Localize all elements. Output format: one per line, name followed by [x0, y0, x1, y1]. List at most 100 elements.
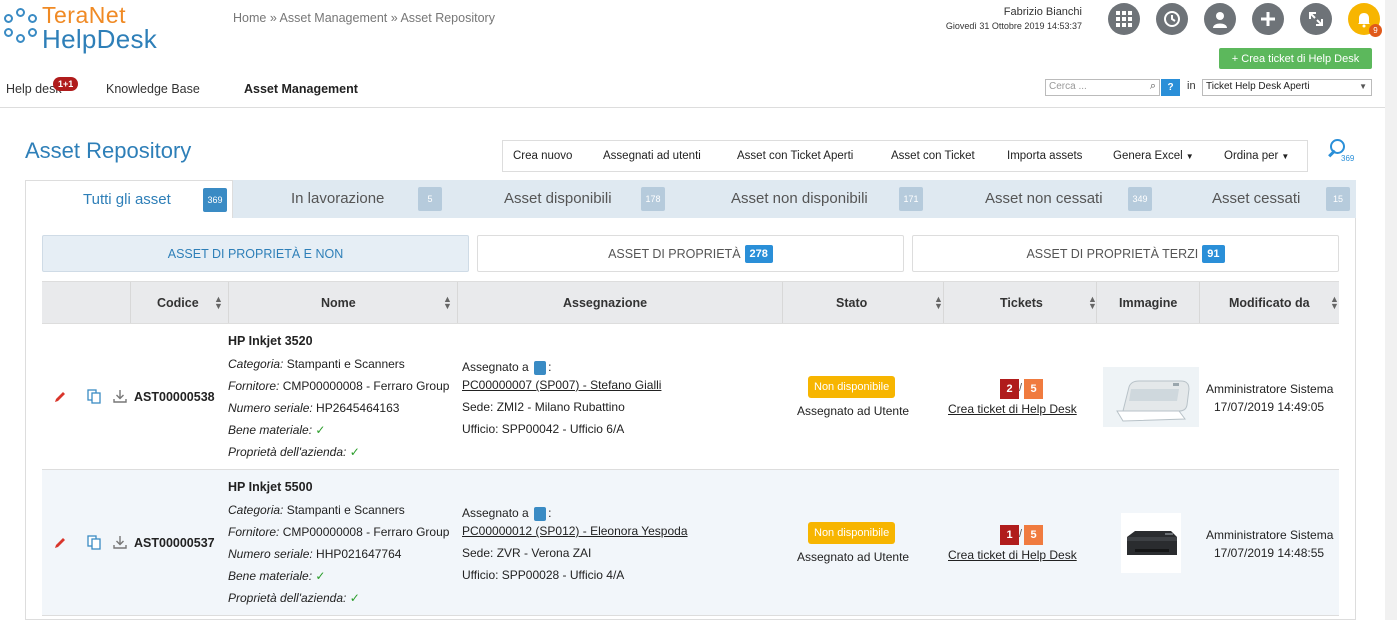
col-modificato-da[interactable]: Modificato da: [1229, 296, 1310, 310]
duplicate-icon[interactable]: [87, 535, 101, 550]
breadcrumb[interactable]: Home » Asset Management » Asset Reposito…: [233, 11, 495, 25]
check-icon: ✓: [349, 591, 360, 605]
asset-tabs: Tutti gli asset 369 In lavorazione 5 Ass…: [25, 180, 1356, 220]
asset-name: HP Inkjet 3520: [228, 334, 313, 348]
advanced-search-icon[interactable]: 369: [1328, 139, 1354, 165]
bell-icon[interactable]: 9: [1348, 3, 1382, 37]
search-scope-select[interactable]: Ticket Help Desk Aperti ▼: [1202, 79, 1372, 96]
asset-seriale: Numero seriale: HHP021647764: [228, 547, 401, 561]
logo-bubbles-icon: [2, 8, 40, 46]
app-header: TeraNet HelpDesk Home » Asset Management…: [0, 0, 1397, 108]
status-detail: Assegnato ad Utente: [797, 404, 910, 418]
teranet-logo[interactable]: TeraNet HelpDesk: [2, 2, 182, 54]
nav-knowledge-base[interactable]: Knowledge Base: [106, 82, 200, 96]
sort-icon[interactable]: ▲ ▼: [934, 295, 943, 311]
open-tickets-badge[interactable]: 1: [1000, 525, 1019, 545]
sort-icon[interactable]: ▲ ▼: [1330, 295, 1339, 311]
crea-nuovo-button[interactable]: Crea nuovo: [513, 150, 572, 162]
asset-bene-materiale: Bene materiale: ✓: [228, 423, 325, 437]
importa-assets-button[interactable]: Importa assets: [1007, 150, 1082, 162]
tab-asset-disponibili[interactable]: Asset disponibili 178: [445, 180, 668, 218]
user-name: Fabrizio Bianchi: [1003, 6, 1082, 18]
edit-pencil-icon[interactable]: [53, 536, 67, 550]
subtab-proprieta[interactable]: ASSET DI PROPRIETÀ 278: [477, 235, 904, 272]
asset-image[interactable]: [1103, 367, 1199, 427]
download-icon[interactable]: [113, 389, 127, 404]
field-label: Numero seriale:: [228, 547, 313, 561]
tab-tutti-asset[interactable]: Tutti gli asset 369: [25, 180, 233, 220]
asset-table-header: Codice ▲ ▼ Nome ▲ ▼ Assegnazione Stato ▲ ▼ …: [42, 281, 1339, 324]
tab-count-badge: 369: [203, 188, 227, 212]
computer-icon: [534, 506, 547, 521]
search-scope-value: Ticket Help Desk Aperti: [1206, 81, 1310, 92]
asset-image[interactable]: [1121, 513, 1181, 573]
genera-excel-label: Genera Excel: [1113, 150, 1183, 162]
asset-ticket-aperti-button[interactable]: Asset con Ticket Aperti: [737, 150, 853, 162]
sort-icon[interactable]: ▲ ▼: [443, 295, 452, 311]
tab-asset-non-disponibili[interactable]: Asset non disponibili 171: [668, 180, 925, 218]
asset-code[interactable]: AST00000538: [134, 390, 215, 404]
field-value: HHP021647764: [316, 547, 402, 561]
subtab-label: ASSET DI PROPRIETÀ: [608, 246, 741, 261]
asset-bene-materiale: Bene materiale: ✓: [228, 569, 325, 583]
pc-link[interactable]: PC00000007 (SP007) - Stefano Gialli: [462, 378, 661, 392]
col-codice[interactable]: Codice: [157, 296, 199, 310]
search-result-count: 369: [1341, 154, 1355, 163]
col-tickets[interactable]: Tickets: [1000, 296, 1043, 310]
field-label: Bene materiale:: [228, 423, 313, 437]
ticket-separator: /: [1019, 528, 1023, 540]
ticket-separator: /: [1019, 382, 1023, 394]
download-icon[interactable]: [113, 535, 127, 550]
create-ticket-link[interactable]: Crea ticket di Help Desk: [948, 402, 1077, 416]
asset-seriale: Numero seriale: HP2645464163: [228, 401, 399, 415]
edit-pencil-icon[interactable]: [53, 390, 67, 404]
create-ticket-link[interactable]: Crea ticket di Help Desk: [948, 548, 1077, 562]
fullscreen-icon[interactable]: [1300, 3, 1332, 35]
status-badge: Non disponibile: [808, 376, 896, 398]
modified-date: 17/07/2019 14:49:05: [1214, 400, 1325, 414]
pc-link[interactable]: PC00000012 (SP012) - Eleonora Yespoda: [462, 524, 688, 538]
search-icon[interactable]: ⌕: [1150, 80, 1156, 93]
col-nome[interactable]: Nome: [321, 296, 356, 310]
sort-icon[interactable]: ▲ ▼: [214, 295, 223, 311]
plus-icon[interactable]: [1252, 3, 1284, 35]
col-stato[interactable]: Stato: [836, 296, 867, 310]
page-scrollbar[interactable]: [1385, 0, 1397, 620]
tab-asset-non-cessati[interactable]: Asset non cessati 349: [925, 180, 1156, 218]
logo-text-helpdesk: HelpDesk: [42, 24, 158, 54]
tab-asset-cessati[interactable]: Asset cessati 15: [1156, 180, 1356, 218]
tab-label: In lavorazione: [291, 190, 385, 207]
tab-label: Asset non cessati: [985, 190, 1103, 207]
create-helpdesk-ticket-button[interactable]: + Crea ticket di Help Desk: [1219, 48, 1372, 69]
history-icon[interactable]: [1156, 3, 1188, 35]
notification-count-badge: 9: [1369, 24, 1382, 37]
asset-sede: Sede: ZVR - Verona ZAI: [462, 546, 592, 560]
asset-con-ticket-button[interactable]: Asset con Ticket: [891, 150, 975, 162]
table-row: AST00000538 HP Inkjet 3520 Categoria: St…: [42, 324, 1339, 470]
total-tickets-badge[interactable]: 5: [1024, 379, 1043, 399]
assegnato-a: Assegnato a :: [462, 360, 552, 375]
tab-in-lavorazione[interactable]: In lavorazione 5: [233, 180, 445, 218]
asset-toolbar: Crea nuovo Assegnati ad utenti Asset con…: [502, 140, 1308, 172]
open-tickets-badge[interactable]: 2: [1000, 379, 1019, 399]
search-input[interactable]: Cerca ... ⌕: [1045, 79, 1160, 96]
ordina-per-dropdown[interactable]: Ordina per ▼: [1224, 150, 1289, 162]
field-value: Stampanti e Scanners: [286, 503, 405, 517]
nav-asset-management[interactable]: Asset Management: [244, 82, 358, 96]
genera-excel-dropdown[interactable]: Genera Excel ▼: [1113, 150, 1194, 162]
check-icon: ✓: [315, 423, 326, 437]
col-immagine: Immagine: [1119, 296, 1178, 310]
search-help-button[interactable]: ?: [1161, 79, 1180, 96]
user-icon[interactable]: [1204, 3, 1236, 35]
subtab-proprieta-terzi[interactable]: ASSET DI PROPRIETÀ TERZI 91: [912, 235, 1339, 272]
field-label: Categoria:: [228, 357, 284, 371]
subtab-proprieta-e-non[interactable]: ASSET DI PROPRIETÀ E NON: [42, 235, 469, 272]
asset-fornitore: Fornitore: CMP00000008 - Ferraro Group: [228, 379, 449, 393]
assigned-pc-link: PC00000012 (SP012) - Eleonora Yespoda: [462, 524, 688, 538]
duplicate-icon[interactable]: [87, 389, 101, 404]
assegnati-utenti-button[interactable]: Assegnati ad utenti: [603, 150, 701, 162]
asset-code[interactable]: AST00000537: [134, 536, 215, 550]
grid-icon[interactable]: [1108, 3, 1140, 35]
total-tickets-badge[interactable]: 5: [1024, 525, 1043, 545]
status-detail: Assegnato ad Utente: [797, 550, 910, 564]
